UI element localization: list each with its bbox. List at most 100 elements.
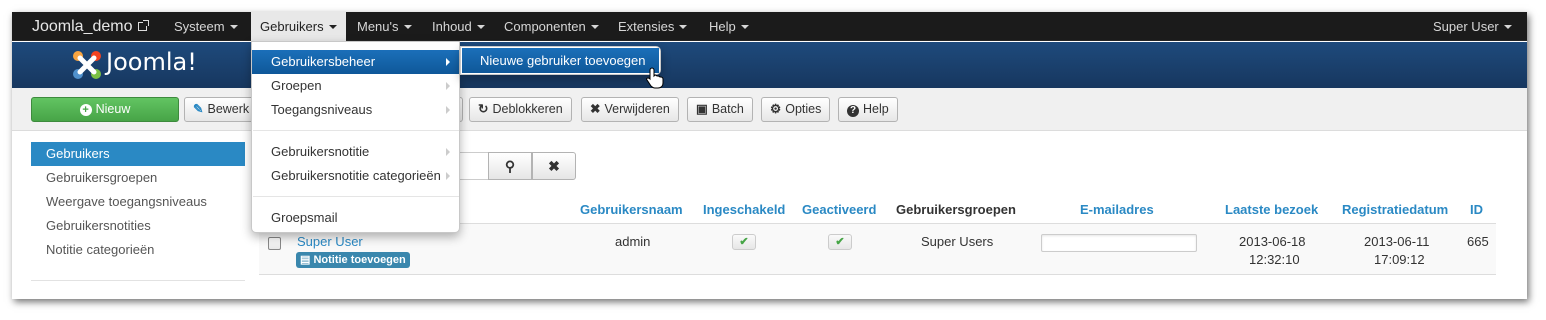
sidebar-item-notitie-categorieen[interactable]: Notitie categorieën [31, 238, 245, 262]
gebruikersbeheer-submenu: Nieuwe gebruiker toevoegen [460, 46, 661, 75]
refresh-icon: ↻ [478, 102, 489, 116]
enabled-check-icon[interactable]: ✔ [732, 234, 756, 250]
unblock-button[interactable]: ↻ Deblokkeren [469, 97, 572, 122]
user-name-link[interactable]: Super User [297, 234, 363, 249]
add-note-badge[interactable]: ▤ Notitie toevoegen [296, 252, 410, 268]
groups-cell: Super Users [921, 234, 994, 249]
menu-item-toegangsniveaus[interactable]: Toegangsniveaus [252, 98, 459, 122]
unblock-button-label: Deblokkeren [492, 102, 563, 116]
menu-componenten[interactable]: Componenten [495, 12, 608, 41]
help-button[interactable]: ? Help [838, 97, 898, 122]
question-icon: ? [847, 105, 859, 117]
menu-menus-label: Menu's [357, 19, 399, 34]
caret-down-icon [403, 24, 412, 29]
options-button-label: Opties [785, 102, 822, 116]
menu-componenten-label: Componenten [504, 19, 586, 34]
menu-item-gebruikersbeheer[interactable]: Gebruikersbeheer [252, 50, 459, 74]
caret-down-icon [679, 24, 688, 29]
header-banner: Joomla! [12, 42, 1527, 88]
clear-search-button[interactable]: ✖ [532, 152, 576, 180]
batch-button-label: Batch [711, 102, 744, 116]
chevron-right-icon [446, 148, 450, 156]
chevron-right-icon [446, 106, 450, 114]
menu-item-gebruikersnotitie-label: Gebruikersnotitie [271, 144, 370, 159]
menu-item-gebruikersnotitie[interactable]: Gebruikersnotitie [252, 140, 459, 164]
new-button[interactable]: + Nieuw [31, 97, 179, 122]
batch-button[interactable]: ▣ Batch [687, 97, 753, 122]
id-cell: 665 [1467, 234, 1489, 249]
caret-down-icon [740, 24, 749, 29]
search-icon: ⚲ [504, 158, 516, 174]
menu-item-notitie-categorieen-label: Gebruikersnotitie categorieën [271, 168, 441, 183]
menu-extensies-label: Extensies [618, 19, 675, 34]
menu-gebruikers[interactable]: Gebruikers [251, 12, 346, 41]
column-header-groups: Gebruikersgroepen [896, 202, 1016, 217]
sidebar-item-gebruikersgroepen[interactable]: Gebruikersgroepen [31, 166, 245, 190]
last-visit-date: 2013-06-18 [1239, 234, 1306, 249]
sidebar-divider [31, 280, 245, 281]
chevron-right-icon [446, 82, 450, 90]
sidebar-item-gebruikersnotities[interactable]: Gebruikersnotities [31, 214, 245, 238]
menu-gebruikers-label: Gebruikers [260, 19, 324, 34]
menu-inhoud-label: Inhoud [432, 19, 472, 34]
caret-down-icon [229, 24, 238, 29]
delete-button-label: Verwijderen [604, 102, 670, 116]
close-icon: ✖ [590, 102, 601, 116]
column-header-activated[interactable]: Geactiveerd [802, 200, 876, 220]
registered-date: 2013-06-11 [1364, 234, 1430, 249]
sidebar-item-toegangsniveaus[interactable]: Weergave toegangsniveaus [31, 190, 245, 214]
activated-check-icon[interactable]: ✔ [828, 234, 852, 250]
user-menu[interactable]: Super User [1424, 12, 1521, 41]
menu-systeem[interactable]: Systeem [165, 12, 247, 41]
search-button[interactable]: ⚲ [488, 152, 532, 180]
add-note-label: Notitie toevoegen [313, 254, 406, 266]
close-icon: ✖ [548, 158, 560, 174]
edit-icon: ✎ [193, 102, 204, 116]
caret-down-icon [1503, 24, 1512, 29]
menu-help[interactable]: Help [700, 12, 758, 41]
column-header-registered[interactable]: Registratiedatum [1342, 200, 1448, 220]
menu-extensies[interactable]: Extensies [609, 12, 696, 41]
batch-icon: ▣ [696, 102, 708, 116]
joomla-logo-icon [73, 51, 101, 79]
sidebar-item-gebruikers[interactable]: Gebruikers [31, 142, 245, 166]
column-header-enabled[interactable]: Ingeschakeld [703, 200, 785, 220]
user-menu-label: Super User [1433, 19, 1499, 34]
chevron-right-icon [446, 172, 450, 180]
sidebar: Gebruikers Gebruikersgroepen Weergave to… [31, 142, 245, 262]
app-window: Joomla_demo Systeem Gebruikers Menu's In… [12, 12, 1527, 299]
menu-divider [253, 196, 459, 197]
last-visit-time: 12:32:10 [1249, 252, 1300, 267]
menu-item-groepen-label: Groepen [271, 78, 322, 93]
menu-item-groepen[interactable]: Groepen [252, 74, 459, 98]
menu-help-label: Help [709, 19, 736, 34]
column-header-email[interactable]: E-mailadres [1080, 200, 1154, 220]
menu-systeem-label: Systeem [174, 19, 225, 34]
column-header-id[interactable]: ID [1470, 200, 1483, 220]
site-name-label: Joomla_demo [32, 18, 133, 35]
row-checkbox[interactable] [268, 237, 281, 250]
caret-down-icon [590, 24, 599, 29]
edit-button-label: Bewerk [207, 102, 250, 116]
column-header-last-visit[interactable]: Laatste bezoek [1225, 200, 1318, 220]
toolbar: + Nieuw ✎ Bewerk ↻ Deblokkeren ✖ Verwijderen… [12, 88, 1527, 131]
menu-inhoud[interactable]: Inhoud [423, 12, 494, 41]
menu-item-gebruikersbeheer-label: Gebruikersbeheer [271, 54, 376, 69]
menu-divider [253, 130, 459, 131]
external-link-icon [137, 20, 149, 31]
menu-item-notitie-categorieen[interactable]: Gebruikersnotitie categorieën [252, 164, 459, 188]
column-header-username[interactable]: Gebruikersnaam [580, 200, 683, 220]
username-cell: admin [615, 234, 651, 249]
menu-menus[interactable]: Menu's [348, 12, 421, 41]
menu-item-groepsmail[interactable]: Groepsmail [252, 206, 459, 230]
delete-button[interactable]: ✖ Verwijderen [581, 97, 679, 122]
top-navbar: Joomla_demo Systeem Gebruikers Menu's In… [12, 12, 1527, 41]
gear-icon: ⚙ [770, 102, 782, 116]
menu-item-toegangsniveaus-label: Toegangsniveaus [271, 102, 373, 117]
menu-item-groepsmail-label: Groepsmail [271, 210, 338, 225]
submenu-item-new-user[interactable]: Nieuwe gebruiker toevoegen [462, 48, 659, 73]
edit-button[interactable]: ✎ Bewerk [184, 97, 254, 122]
site-name-link[interactable]: Joomla_demo [32, 12, 149, 41]
options-button[interactable]: ⚙ Opties [761, 97, 831, 122]
new-button-label: Nieuw [95, 102, 131, 116]
